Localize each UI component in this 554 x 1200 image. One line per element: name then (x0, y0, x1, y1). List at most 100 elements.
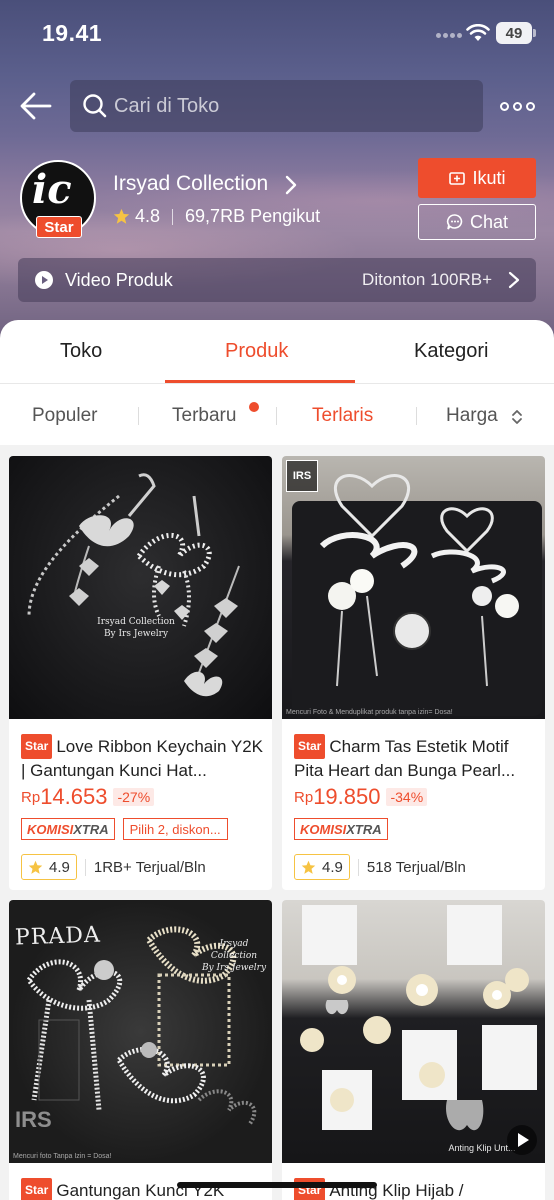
product-image: Anting Klip Unt... (282, 900, 545, 1163)
status-time: 19.41 (42, 20, 103, 46)
product-image: Irsyad Collection By Irs Jewelry (9, 456, 272, 719)
price: 19.850 (313, 784, 381, 809)
video-play-icon[interactable] (507, 1125, 537, 1155)
tab-toko[interactable]: Toko (60, 340, 102, 363)
rating-row: 4.9 1RB+ Terjual/Bln (21, 854, 206, 880)
star-badge: Star (21, 1178, 53, 1200)
watermark-text: Mencuri Foto & Menduplikat produk tanpa … (286, 709, 453, 716)
star-badge: Star (294, 734, 326, 759)
sort-harga[interactable]: Harga (446, 405, 498, 427)
product-image: PRADA Irsyad Collection By Irs Jewelry I… (9, 900, 272, 1163)
star-badge: Star (21, 734, 53, 759)
follow-store-icon (449, 172, 466, 185)
divider (276, 407, 277, 425)
discount-badge: -34% (386, 788, 428, 806)
price: 14.653 (40, 784, 108, 809)
status-bar: 19.41 49 (0, 0, 554, 62)
divider (172, 208, 174, 225)
product-card[interactable]: IRS Mencuri Foto & Menduplikat produk ta… (282, 456, 545, 890)
notification-dot (249, 402, 259, 412)
image-caption: Irsyad Collection By Irs Jewelry (201, 939, 267, 973)
divider (138, 407, 139, 425)
content-panel: Toko Produk Kategori Populer Terbaru Ter… (0, 320, 554, 1200)
chat-button[interactable]: Chat (418, 204, 536, 240)
image-caption: Irsyad Collection By Irs Jewelry (97, 617, 175, 639)
chevron-right-icon[interactable] (284, 174, 298, 196)
rating-value: 4.9 (49, 858, 70, 876)
search-input[interactable] (114, 94, 454, 118)
xtra-text: XTRA (73, 821, 109, 837)
sold-count: 518 Terjual/Bln (357, 858, 466, 876)
product-card[interactable]: Irsyad Collection By Irs Jewelry Star Lov… (9, 456, 272, 890)
search-bar[interactable] (70, 80, 483, 132)
product-card[interactable]: PRADA Irsyad Collection By Irs Jewelry I… (9, 900, 272, 1200)
active-tab-indicator (165, 380, 355, 383)
shop-info: ic Star Irsyad Collection 4.8 69,7RB Pen… (0, 158, 554, 248)
product-title-text: Charm Tas Estetik Motif Pita Heart dan B… (294, 737, 516, 780)
shop-rating: 4.8 (135, 206, 161, 226)
back-arrow-icon[interactable] (18, 88, 54, 124)
search-icon (83, 94, 107, 118)
product-image: IRS Mencuri Foto & Menduplikat produk ta… (282, 456, 545, 719)
bag-charm-illustration (292, 474, 542, 716)
product-grid: Irsyad Collection By Irs Jewelry Star Lov… (0, 445, 554, 1200)
sort-arrows-icon[interactable] (510, 407, 524, 427)
home-indicator (177, 1182, 377, 1188)
rating-row: 4.9 518 Terjual/Bln (294, 854, 466, 880)
signal-icon (436, 33, 462, 39)
shop-stats: 4.8 69,7RB Pengikut (113, 206, 320, 227)
chat-icon (446, 214, 463, 230)
sort-terbaru[interactable]: Terbaru (172, 405, 236, 427)
promo-row: KOMISI XTRA Pilih 2, diskon... (21, 818, 228, 840)
product-card[interactable]: Anting Klip Unt... Star Anting Klip Hijab… (282, 900, 545, 1200)
sort-terlaris[interactable]: Terlaris (312, 405, 373, 427)
keychain-illustration (27, 473, 240, 697)
shop-logo-mark: ic (32, 166, 72, 213)
komisi-text: KOMISI (27, 821, 74, 837)
sort-populer[interactable]: Populer (32, 405, 98, 427)
komisi-text: KOMISI (300, 821, 347, 837)
follower-count: 69,7RB Pengikut (185, 206, 321, 226)
battery-icon: 49 (496, 22, 536, 44)
rating-pill: 4.9 (294, 854, 350, 880)
product-title: Star Love Ribbon Keychain Y2K | Gantungan… (21, 734, 265, 780)
video-label: Video Produk (65, 270, 173, 290)
irs-watermark: IRS (15, 1107, 52, 1132)
follow-label: Ikuti (472, 167, 506, 188)
price-row: Rp 14.653 -27% (21, 784, 155, 810)
star-icon (301, 860, 316, 874)
earring-illustration (300, 905, 537, 1131)
video-views: Ditonton 100RB+ (362, 270, 492, 289)
komisi-xtra-badge: KOMISI XTRA (21, 818, 115, 840)
tab-produk[interactable]: Produk (225, 340, 288, 363)
product-title-text: Love Ribbon Keychain Y2K | Gantungan Kun… (21, 737, 264, 780)
currency: Rp (294, 788, 314, 806)
follow-button[interactable]: Ikuti (418, 158, 536, 198)
shop-name[interactable]: Irsyad Collection (113, 172, 268, 196)
tab-kategori[interactable]: Kategori (414, 340, 489, 363)
video-product-bar[interactable]: Video Produk Ditonton 100RB+ (18, 258, 536, 302)
brand-logo: IRS (286, 460, 318, 492)
bundle-promo-tag: Pilih 2, diskon... (122, 818, 228, 840)
wifi-icon (466, 24, 490, 41)
rating-value: 4.9 (322, 858, 343, 876)
prada-box-text: PRADA (14, 922, 102, 951)
divider (416, 407, 417, 425)
komisi-xtra-badge: KOMISI XTRA (294, 818, 388, 840)
top-navigation (0, 78, 554, 134)
rating-pill: 4.9 (21, 854, 77, 880)
more-options-icon[interactable] (500, 102, 536, 112)
currency: Rp (21, 788, 41, 806)
video-play-icon (35, 271, 53, 289)
product-title: Star Charm Tas Estetik Motif Pita Heart d… (294, 734, 538, 780)
sold-count: 1RB+ Terjual/Bln (84, 858, 206, 876)
star-icon (113, 208, 130, 224)
star-seller-badge: Star (36, 216, 82, 238)
chat-label: Chat (469, 211, 509, 232)
chevron-right-icon (508, 271, 520, 289)
price-row: Rp 19.850 -34% (294, 784, 428, 810)
star-icon (28, 860, 43, 874)
sort-bar: Populer Terbaru Terlaris Harga (0, 385, 554, 445)
promo-row: KOMISI XTRA (294, 818, 388, 840)
discount-badge: -27% (113, 788, 155, 806)
